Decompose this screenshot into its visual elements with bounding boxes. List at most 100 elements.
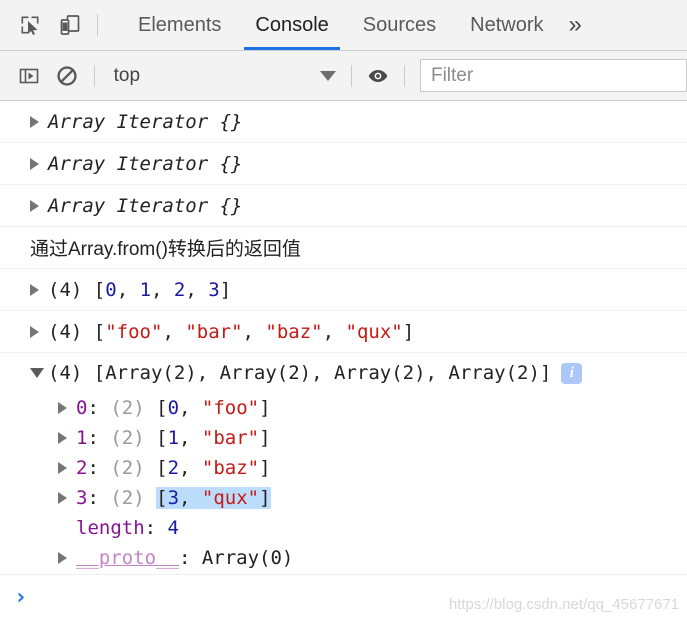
close-bracket: ] xyxy=(402,320,415,343)
tab-sources-label: Sources xyxy=(362,13,437,36)
console-message-row[interactable]: 通过Array.from()转换后的返回值 xyxy=(0,227,687,269)
close-bracket: ] xyxy=(219,278,232,301)
length-value: 4 xyxy=(167,517,179,539)
array-item: 3 xyxy=(208,278,220,301)
devtools-tabbar: Elements Console Sources Network » xyxy=(0,0,687,51)
disclosure-triangle-icon[interactable] xyxy=(58,462,67,474)
tab-network[interactable]: Network xyxy=(453,0,560,50)
console-message-row[interactable]: Array Iterator {} xyxy=(0,143,687,185)
array-item: "qux" xyxy=(345,320,403,343)
tab-network-label: Network xyxy=(470,13,544,36)
watermark: https://blog.csdn.net/qq_45677671 xyxy=(448,596,679,613)
disclosure-triangle-icon[interactable] xyxy=(30,199,39,212)
disclosure-triangle-icon[interactable] xyxy=(30,283,39,296)
console-toolbar: top xyxy=(0,51,687,101)
console-message-row[interactable]: (4) [ "foo" , "bar" , "baz" , "qux" ] xyxy=(0,311,687,353)
separator: , xyxy=(242,320,266,343)
object-property-row[interactable]: 1 : (2) [1, "bar"] xyxy=(0,423,687,453)
array-count: (4) xyxy=(48,278,83,301)
console-toolbar-divider-2 xyxy=(350,64,352,87)
inspect-element-button[interactable] xyxy=(10,5,50,45)
disclosure-triangle-icon[interactable] xyxy=(58,402,67,414)
tab-elements[interactable]: Elements xyxy=(121,0,238,50)
tabbar-divider xyxy=(97,14,98,36)
message-text: Array Iterator {} xyxy=(48,152,243,175)
property-key: 1 xyxy=(76,427,88,449)
property-num: 0 xyxy=(167,397,180,419)
disclosure-triangle-icon[interactable] xyxy=(30,325,39,338)
array-count: (4) xyxy=(48,320,83,343)
more-tabs-button[interactable]: » xyxy=(561,0,596,50)
message-text: Array Iterator {} xyxy=(48,110,243,133)
open-bracket: [ xyxy=(93,278,106,301)
console-message-row[interactable]: Array Iterator {} xyxy=(0,101,687,143)
disclosure-triangle-icon[interactable] xyxy=(58,432,67,444)
property-size: (2) xyxy=(110,487,145,509)
message-text: 通过Array.from()转换后的返回值 xyxy=(30,239,301,260)
array-item: 0 xyxy=(105,278,117,301)
tab-sources[interactable]: Sources xyxy=(346,0,453,50)
object-property-row[interactable]: 0 : (2) [0, "foo"] xyxy=(0,393,687,423)
live-expression-button[interactable] xyxy=(359,56,397,96)
execution-context-selector[interactable]: top xyxy=(102,61,344,91)
console-toolbar-divider-3 xyxy=(404,64,405,87)
filter-input[interactable] xyxy=(419,59,687,92)
tab-console-label: Console xyxy=(255,13,329,36)
property-key: 3 xyxy=(76,487,88,509)
disclosure-triangle-open-icon[interactable] xyxy=(30,368,44,378)
property-key: 0 xyxy=(76,397,88,419)
array-count: (4) xyxy=(48,362,83,384)
proto-key: __proto__ xyxy=(76,547,179,569)
expanded-array-group: (4) [Array(2), Array(2), Array(2), Array… xyxy=(0,353,687,582)
chevron-down-icon xyxy=(319,70,336,81)
array-item: 1 xyxy=(139,278,152,301)
array-item: "bar" xyxy=(185,320,243,343)
separator: , xyxy=(322,320,346,343)
disclosure-triangle-icon[interactable] xyxy=(58,552,67,564)
clear-console-button[interactable] xyxy=(48,56,86,96)
inspect-element-icon xyxy=(21,16,39,35)
tabbar-tool-icons xyxy=(0,0,105,50)
console-sidebar-toggle-button[interactable] xyxy=(10,56,48,96)
disclosure-triangle-icon[interactable] xyxy=(58,492,67,504)
property-num: 2 xyxy=(167,457,180,479)
device-toolbar-button[interactable] xyxy=(50,5,90,45)
info-badge-icon[interactable]: i xyxy=(561,362,583,384)
separator: , xyxy=(151,278,174,301)
property-str: "bar" xyxy=(201,427,260,449)
property-num: 3 xyxy=(167,487,180,509)
object-length-row: length : 4 xyxy=(76,517,179,539)
separator: , xyxy=(185,278,209,301)
console-message-row[interactable]: (4) [ 0 , 1 , 2 , 3 ] xyxy=(0,269,687,311)
object-proto-row[interactable]: __proto__ : Array(0) xyxy=(0,543,687,573)
execution-context-label: top xyxy=(113,64,141,86)
object-property-row[interactable]: 2 : (2) [2, "baz"] xyxy=(0,453,687,483)
property-num: 1 xyxy=(167,427,180,449)
length-key: length xyxy=(76,517,145,539)
prompt-caret-icon: › xyxy=(14,584,28,610)
object-property-row[interactable]: 3 : (2) [3, "qux"] xyxy=(0,483,687,513)
console-message-row[interactable]: Array Iterator {} xyxy=(0,185,687,227)
property-size: (2) xyxy=(110,427,145,449)
device-toolbar-icon xyxy=(60,15,80,35)
separator: , xyxy=(162,320,186,343)
console-toolbar-divider-1 xyxy=(93,64,95,87)
property-key: 2 xyxy=(76,457,88,479)
selected-value-highlight: [3, "qux"] xyxy=(156,487,271,509)
chevron-double-right-icon: » xyxy=(568,11,582,38)
array-item: "baz" xyxy=(265,320,323,343)
property-str: "qux" xyxy=(201,487,260,509)
property-str: "foo" xyxy=(201,397,260,419)
proto-value: Array(0) xyxy=(201,547,294,569)
open-bracket: [ xyxy=(93,320,106,343)
array-item: "foo" xyxy=(105,320,163,343)
eye-icon xyxy=(368,69,388,82)
tab-console[interactable]: Console xyxy=(238,0,345,50)
tab-elements-label: Elements xyxy=(138,13,222,36)
disclosure-triangle-icon[interactable] xyxy=(30,115,39,128)
console-output: Array Iterator {} Array Iterator {} Arra… xyxy=(0,101,687,619)
expanded-array-header[interactable]: (4) [Array(2), Array(2), Array(2), Array… xyxy=(0,353,687,393)
property-str: "baz" xyxy=(201,457,260,479)
message-text: Array Iterator {} xyxy=(48,194,243,217)
disclosure-triangle-icon[interactable] xyxy=(30,157,39,170)
